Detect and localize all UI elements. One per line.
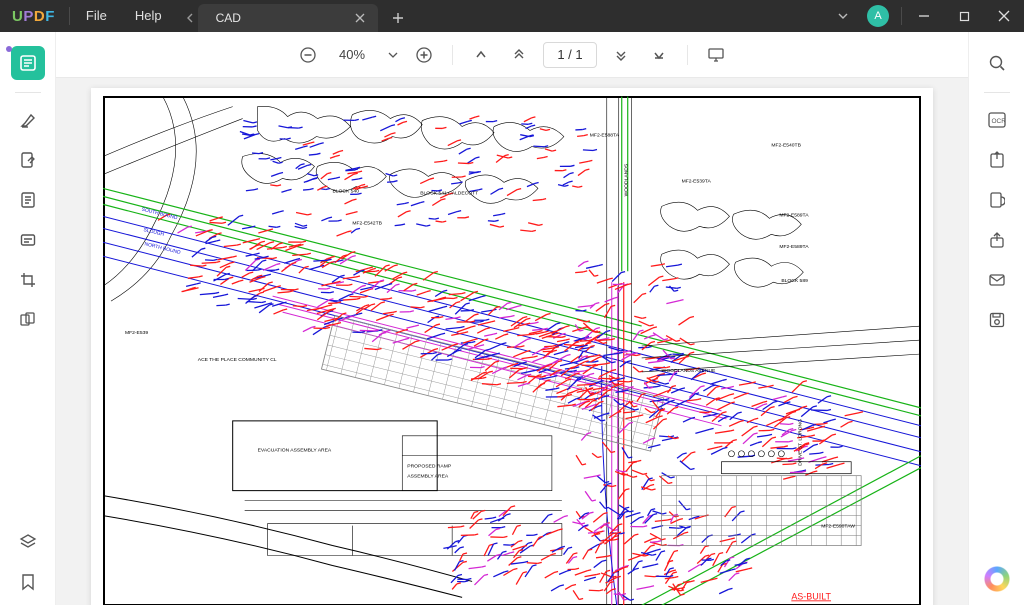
document-tab[interactable]: CAD [198, 4, 378, 32]
new-tab-button[interactable] [384, 4, 412, 32]
svg-text:MF2-E589TA: MF2-E589TA [779, 244, 809, 250]
svg-text:MF2-E542TB: MF2-E542TB [352, 220, 382, 226]
minimize-button[interactable] [904, 0, 944, 32]
svg-text:MF2-E590TAW: MF2-E590TAW [821, 524, 855, 530]
divider [69, 7, 70, 25]
page-tool-icon[interactable] [11, 183, 45, 217]
next-page-icon[interactable] [645, 41, 673, 69]
app-logo: UPDF [0, 8, 67, 25]
zoom-level: 40% [332, 47, 376, 62]
compare-tool-icon[interactable] [11, 303, 45, 337]
crop-tool-icon[interactable] [11, 263, 45, 297]
share-icon[interactable] [980, 223, 1014, 257]
first-page-icon[interactable] [505, 41, 533, 69]
window-controls [904, 0, 1024, 32]
zoom-dropdown-icon[interactable] [386, 41, 400, 69]
page-number-field[interactable]: 1 / 1 [543, 42, 597, 68]
svg-text:MF2-E588TA: MF2-E588TA [590, 133, 620, 139]
close-button[interactable] [984, 0, 1024, 32]
search-icon[interactable] [980, 46, 1014, 80]
center-area: 40% 1 / 1 [56, 32, 968, 605]
svg-text:MF2-E540TB: MF2-E540TB [771, 143, 801, 149]
svg-text:MF2-E539: MF2-E539 [125, 330, 148, 336]
attach-icon[interactable] [980, 183, 1014, 217]
layers-icon[interactable] [11, 525, 45, 559]
tab-close-icon[interactable] [350, 8, 370, 28]
tab-prev-handle[interactable] [182, 4, 198, 32]
document-viewport[interactable]: BLOCK 540 BLOCK 541 CALDECOTT BLOCK 589 … [56, 78, 968, 605]
svg-text:BLOCK 540: BLOCK 540 [332, 188, 359, 194]
ocr-icon[interactable]: OCR [980, 103, 1014, 137]
mail-icon[interactable] [980, 263, 1014, 297]
zoom-in-icon[interactable] [410, 41, 438, 69]
prev-page-icon[interactable] [467, 41, 495, 69]
view-toolbar: 40% 1 / 1 [56, 32, 968, 78]
edit-tool-icon[interactable] [11, 143, 45, 177]
svg-text:WOODLANDS AVENUE: WOODLANDS AVENUE [662, 368, 716, 374]
avatar[interactable]: A [867, 5, 889, 27]
svg-text:ACE THE PLACE COMMUNITY CL: ACE THE PLACE COMMUNITY CL [198, 357, 277, 363]
last-page-icon[interactable] [607, 41, 635, 69]
bookmark-icon[interactable] [11, 565, 45, 599]
cad-drawing: BLOCK 540 BLOCK 541 CALDECOTT BLOCK 589 … [103, 96, 921, 605]
menu-file[interactable]: File [72, 0, 121, 32]
svg-text:BLOCK 541 CALDECOTT: BLOCK 541 CALDECOTT [420, 190, 478, 196]
svg-text:DRIVE ST. LORONG: DRIVE ST. LORONG [797, 419, 803, 466]
left-sidebar [0, 32, 56, 605]
svg-text:EVACUATION ASSEMBLY AREA: EVACUATION ASSEMBLY AREA [258, 448, 332, 454]
svg-text:MF2-E539TA: MF2-E539TA [682, 178, 712, 184]
tabstrip: CAD [180, 0, 412, 32]
tab-title: CAD [216, 11, 350, 25]
tabs-dropdown-icon[interactable] [829, 2, 857, 30]
svg-text:PROPOSED RAMP: PROPOSED RAMP [407, 464, 452, 470]
titlebar: UPDF File Help CAD A [0, 0, 1024, 32]
presentation-icon[interactable] [702, 41, 730, 69]
app-body: 40% 1 / 1 [0, 32, 1024, 605]
svg-text:WOODLANDS: WOODLANDS [624, 163, 630, 196]
reader-mode-icon[interactable] [11, 46, 45, 80]
svg-text:BLOCK 589: BLOCK 589 [781, 278, 808, 284]
maximize-button[interactable] [944, 0, 984, 32]
page-number: 1 / 1 [557, 47, 582, 62]
export-icon[interactable] [980, 143, 1014, 177]
divider [901, 7, 902, 25]
document-page: BLOCK 540 BLOCK 541 CALDECOTT BLOCK 589 … [91, 88, 933, 605]
form-tool-icon[interactable] [11, 223, 45, 257]
right-sidebar: OCR [968, 32, 1024, 605]
zoom-out-icon[interactable] [294, 41, 322, 69]
ai-assistant-icon[interactable] [983, 565, 1011, 593]
svg-text:SLOUGH: SLOUGH [143, 227, 165, 238]
dot-indicator [6, 46, 12, 52]
svg-text:OCR: OCR [991, 118, 1006, 125]
svg-text:AS-BUILT: AS-BUILT [791, 591, 831, 601]
svg-text:MF2-E589TA: MF2-E589TA [779, 212, 809, 218]
menu-help[interactable]: Help [121, 0, 176, 32]
save-icon[interactable] [980, 303, 1014, 337]
svg-text:ASSEMBLY AREA: ASSEMBLY AREA [407, 474, 449, 480]
highlight-tool-icon[interactable] [11, 103, 45, 137]
